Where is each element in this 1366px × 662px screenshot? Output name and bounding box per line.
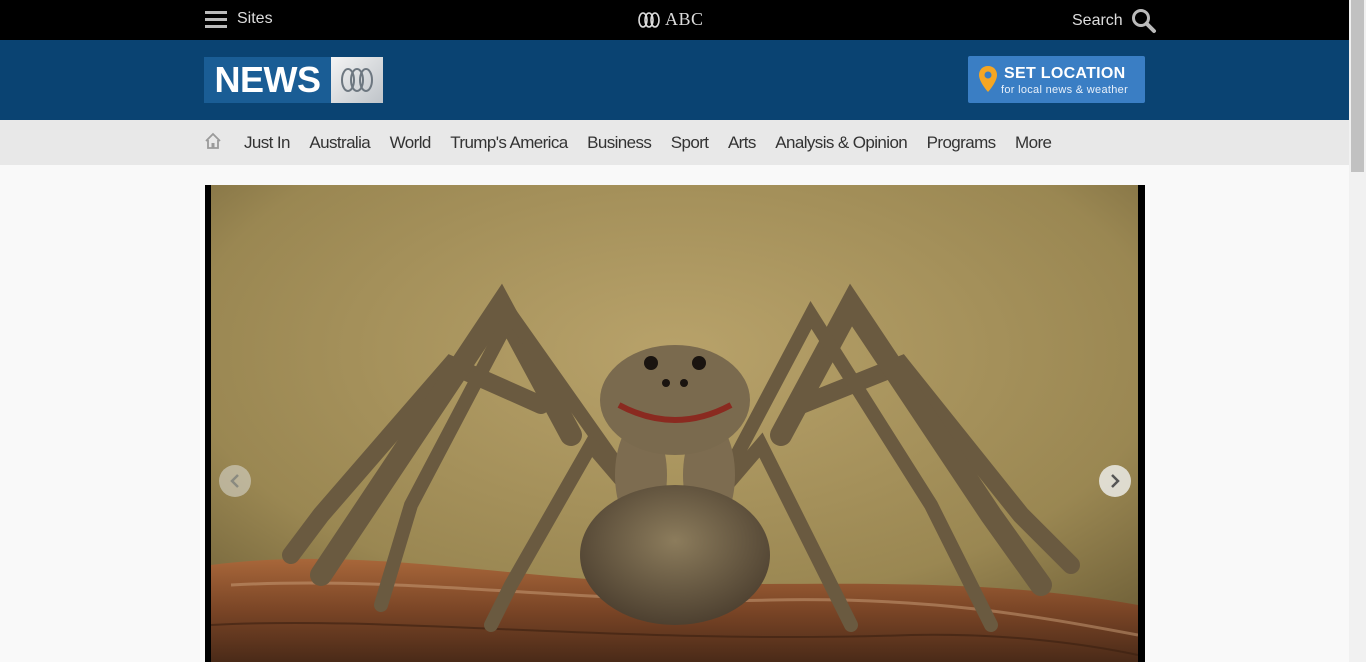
nav-item-arts[interactable]: Arts (728, 133, 756, 153)
set-location-title: SET LOCATION (1004, 65, 1126, 82)
sites-label: Sites (237, 10, 273, 27)
nav-item-just-in[interactable]: Just In (244, 133, 290, 153)
search-label: Search (1072, 12, 1123, 29)
search-icon (1131, 9, 1156, 33)
news-logo-text: NEWS (204, 57, 331, 103)
chevron-right-icon (1111, 474, 1120, 488)
nav-item-more[interactable]: More (1015, 133, 1052, 153)
carousel-next-button[interactable] (1099, 465, 1131, 497)
page-scrollbar[interactable] (1349, 0, 1366, 662)
scrollbar-thumb[interactable] (1351, 0, 1364, 172)
nav-item-analysis-opinion[interactable]: Analysis & Opinion (775, 133, 907, 153)
set-location-subtitle: for local news & weather (1001, 84, 1129, 96)
abc-logo-icon (638, 11, 660, 28)
nav-item-world[interactable]: World (390, 133, 432, 153)
top-bar: Sites ABC Search (0, 0, 1349, 40)
search-button[interactable]: Search (1072, 8, 1157, 34)
home-link[interactable] (204, 132, 222, 155)
abc-news-logo[interactable]: NEWS (204, 57, 383, 103)
hero-spider-image (211, 185, 1138, 662)
nav-item-australia[interactable]: Australia (309, 133, 370, 153)
main-navigation: Just In Australia World Trump's America … (0, 120, 1349, 165)
abc-brand-text: ABC (665, 9, 704, 29)
nav-item-sport[interactable]: Sport (671, 133, 709, 153)
nav-item-programs[interactable]: Programs (927, 133, 996, 153)
abc-lissajous-icon (331, 57, 383, 103)
abc-brand-link[interactable]: ABC (637, 9, 704, 30)
nav-item-business[interactable]: Business (587, 133, 652, 153)
chevron-left-icon (230, 474, 239, 488)
hamburger-icon (205, 10, 227, 28)
sites-menu-button[interactable]: Sites (205, 10, 273, 28)
home-icon (205, 132, 221, 149)
carousel-prev-button[interactable] (219, 465, 251, 497)
set-location-button[interactable]: SET LOCATION for local news & weather (968, 56, 1145, 103)
site-header: NEWS SET LOCATION for local news & weath… (0, 40, 1349, 120)
location-pin-icon (979, 66, 997, 92)
nav-item-trumps-america[interactable]: Trump's America (450, 133, 568, 153)
hero-carousel (205, 185, 1145, 662)
nav-list: Just In Australia World Trump's America … (244, 120, 1071, 165)
